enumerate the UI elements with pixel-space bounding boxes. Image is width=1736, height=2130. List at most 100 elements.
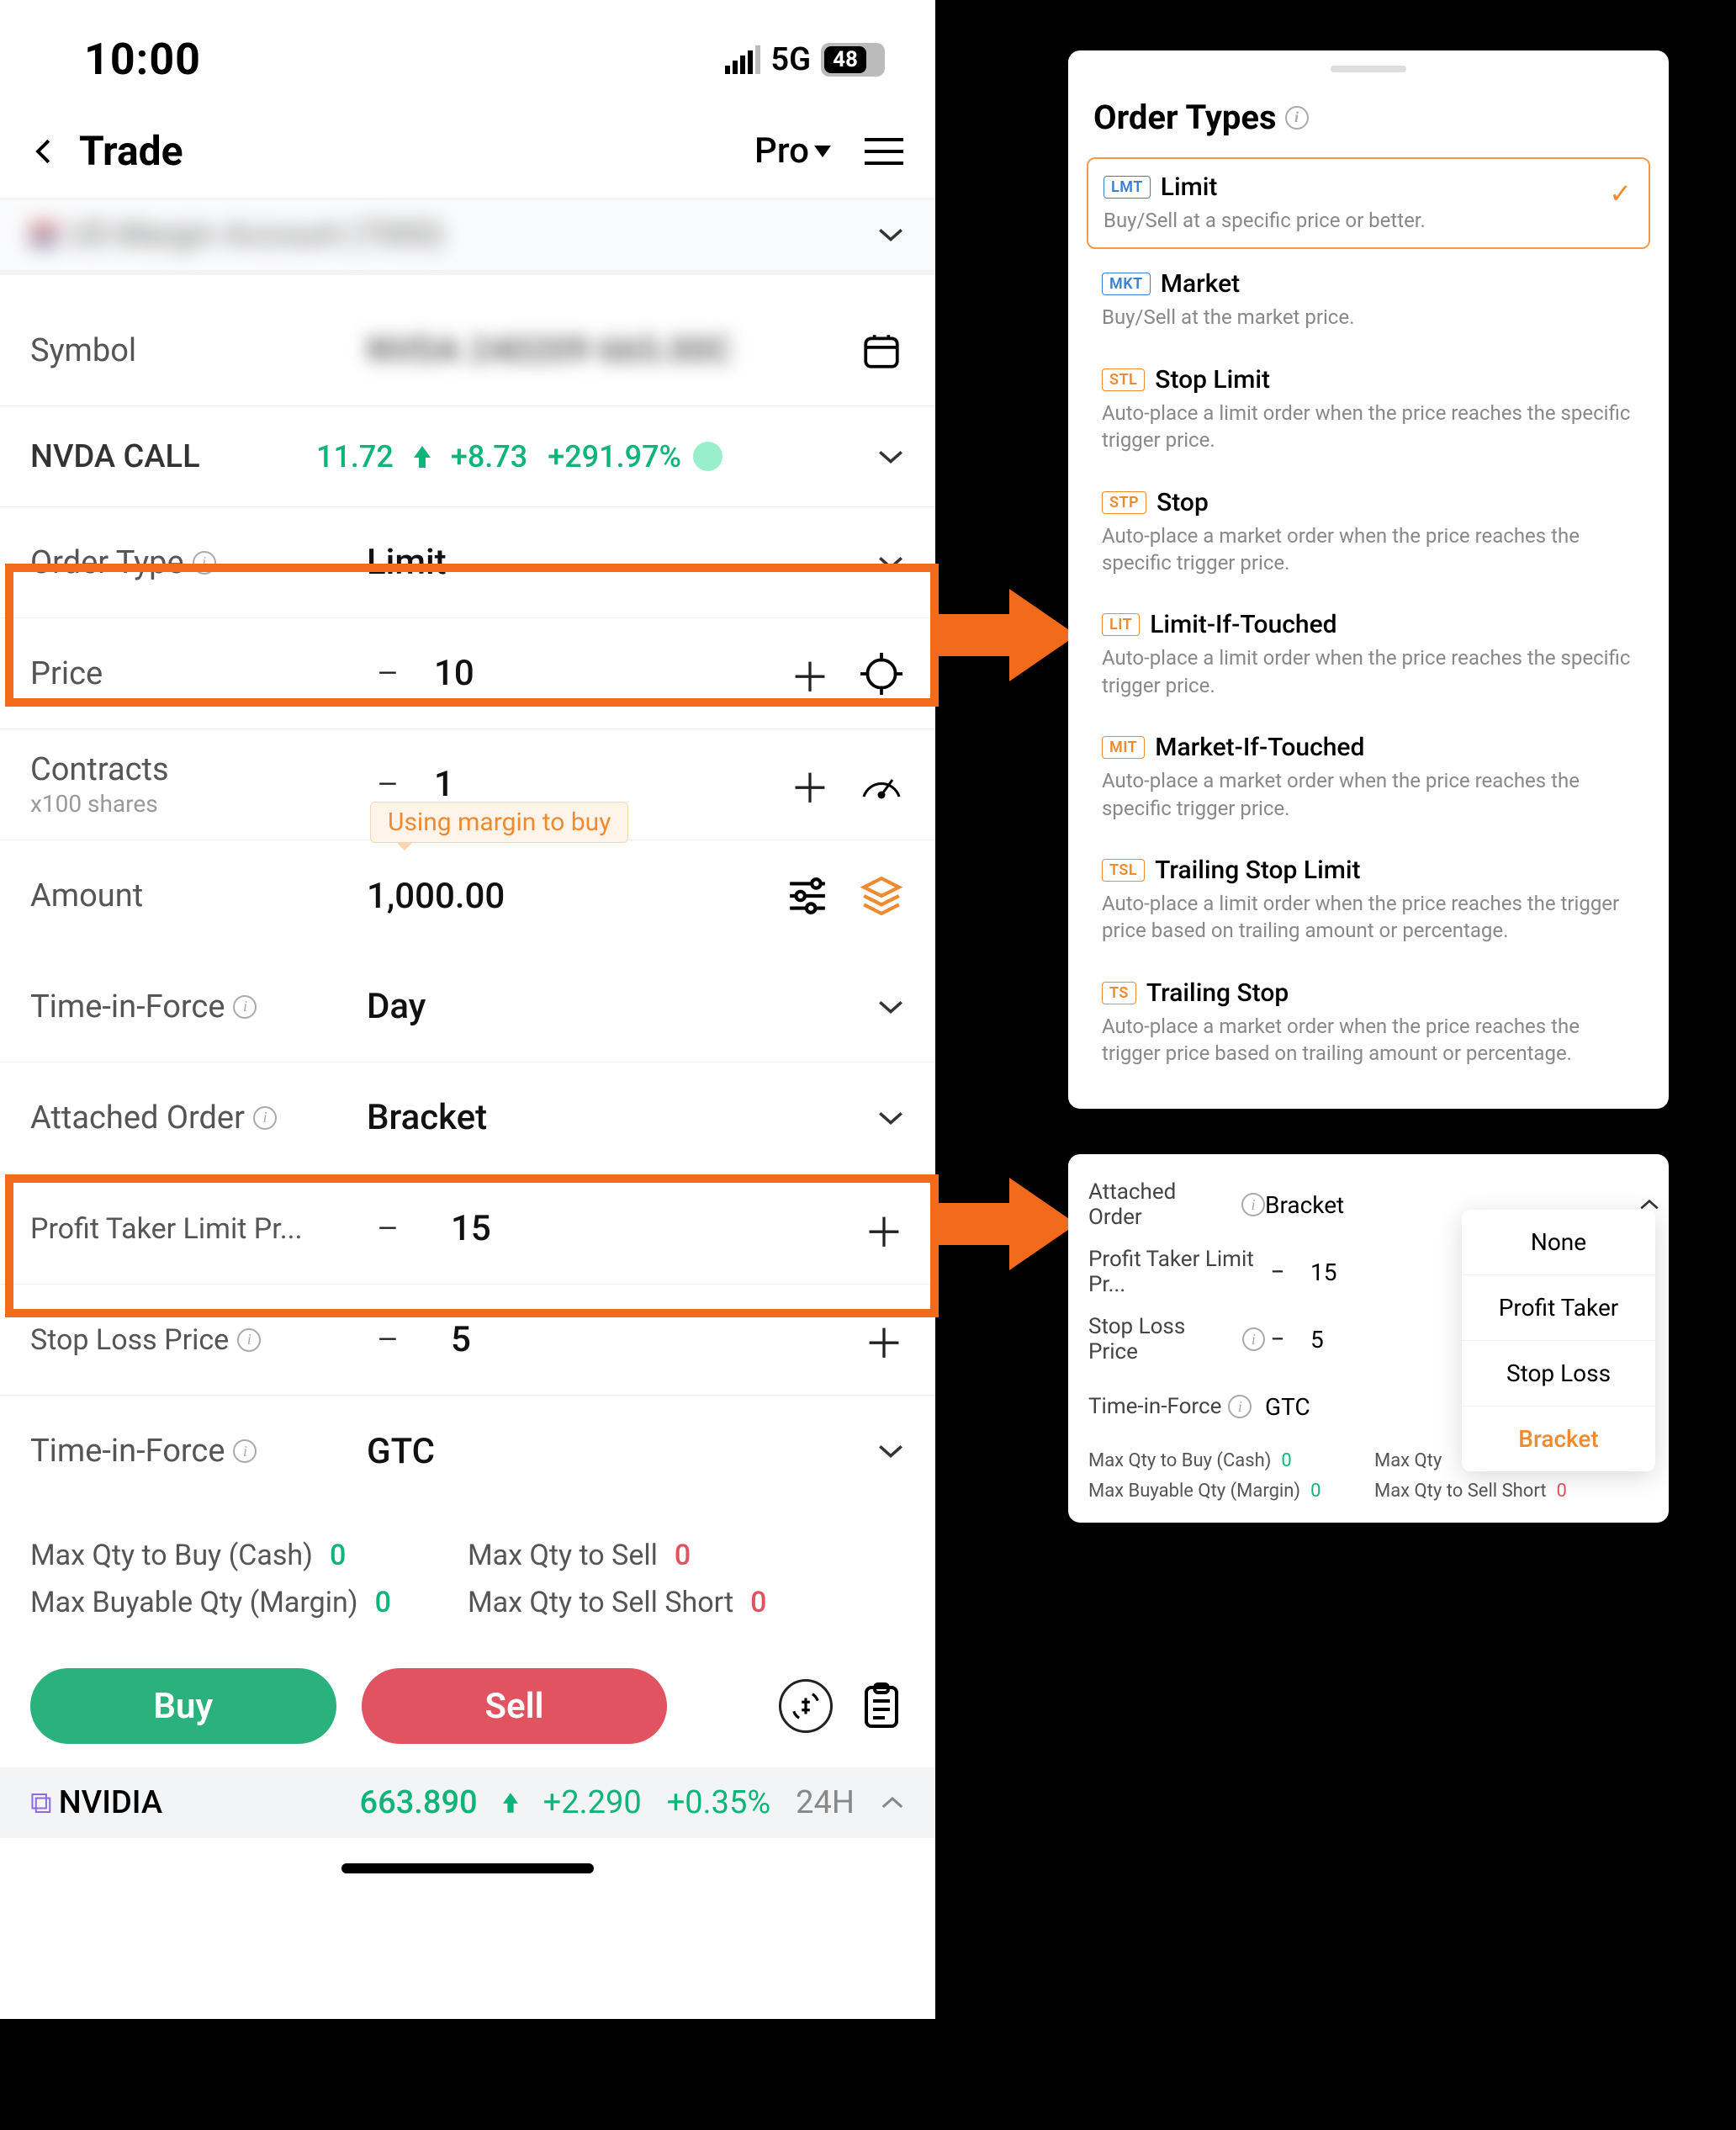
watchlist-icon[interactable]	[858, 327, 905, 374]
gauge-icon[interactable]	[858, 761, 905, 808]
quote-pct: +291.97%	[548, 439, 681, 474]
quote-change: +8.73	[451, 439, 527, 474]
info-icon[interactable]: i	[193, 551, 216, 575]
orders-list-icon[interactable]	[858, 1682, 905, 1730]
arrow-icon	[934, 589, 1077, 681]
order-type-option[interactable]: LMTLimitBuy/Sell at a specific price or …	[1087, 157, 1650, 249]
dropdown-option[interactable]: Stop Loss	[1462, 1341, 1655, 1407]
battery-icon: 48	[821, 43, 885, 77]
tif2-row[interactable]: Time-in-Forcei GTC	[0, 1396, 935, 1507]
symbol-value: NVDA 240209 665.00C	[367, 330, 858, 371]
layers-icon[interactable]	[858, 872, 905, 919]
status-bar: 10:00 5G 48	[0, 0, 935, 119]
info-icon[interactable]: i	[1242, 1327, 1265, 1351]
info-icon[interactable]: i	[1285, 106, 1309, 130]
price-minus-button[interactable]: −	[367, 649, 409, 697]
order-type-option[interactable]: MITMarket-If-TouchedAuto-place a market …	[1087, 719, 1650, 835]
symbol-row[interactable]: Symbol NVDA 240209 665.00C	[0, 295, 935, 406]
stop-loss-row: Stop Loss Pricei − 5 ＋	[0, 1285, 935, 1396]
minus-button[interactable]: −	[1265, 1325, 1290, 1354]
info-icon[interactable]: i	[253, 1106, 277, 1130]
order-type-row[interactable]: Order Typei Limit	[0, 507, 935, 618]
dropdown-option[interactable]: Bracket	[1462, 1407, 1655, 1471]
order-type-option[interactable]: MKTMarketBuy/Sell at the market price.	[1087, 256, 1650, 344]
order-type-option[interactable]: STPStopAuto-place a market order when th…	[1087, 474, 1650, 591]
profit-plus-button[interactable]: ＋	[863, 1200, 905, 1258]
profit-taker-input[interactable]: 15	[451, 1208, 863, 1249]
dropdown-option[interactable]: Profit Taker	[1462, 1275, 1655, 1341]
order-types-panel: Order Typesi LMTLimitBuy/Sell at a speci…	[1068, 50, 1669, 1109]
contracts-sublabel: x100 shares	[30, 790, 367, 818]
info-icon[interactable]: i	[237, 1328, 261, 1352]
info-icon[interactable]: i	[1241, 1193, 1265, 1216]
target-price-icon[interactable]	[858, 650, 905, 697]
arrow-icon	[934, 1178, 1077, 1270]
tif2-value: GTC	[367, 1431, 876, 1472]
nav-row: Trade Pro	[0, 119, 935, 199]
dropdown-option[interactable]: None	[1462, 1210, 1655, 1275]
trade-screen: 10:00 5G 48 Trade Pro US Margin Account …	[0, 0, 935, 2019]
stop-loss-label: Stop Loss Pricei	[30, 1323, 367, 1357]
buy-button[interactable]: Buy	[30, 1668, 336, 1744]
contracts-plus-button[interactable]: ＋	[789, 755, 831, 814]
order-type-value: Limit	[367, 542, 876, 583]
quote-price: 11.72	[316, 439, 394, 474]
info-icon[interactable]: i	[233, 995, 257, 1019]
qty-summary: Max Qty to Buy (Cash)0 Max Buyable Qty (…	[0, 1507, 935, 1651]
mode-toggle[interactable]: Pro	[754, 130, 831, 172]
profit-taker-row: Profit Taker Limit Pr... − 15 ＋	[0, 1174, 935, 1285]
ao-stop-input[interactable]: 5	[1310, 1326, 1324, 1354]
profit-taker-label: Profit Taker Limit Pr...	[30, 1212, 367, 1246]
attached-label: Attached Orderi	[30, 1099, 367, 1137]
action-row: Buy Sell	[0, 1651, 935, 1767]
price-input[interactable]: 10	[434, 653, 789, 694]
page-title: Trade	[79, 127, 183, 175]
contracts-input[interactable]: 1	[434, 764, 789, 805]
ticker-row[interactable]: ⧉NVIDIA 663.890 +2.290 +0.35% 24H	[0, 1767, 935, 1838]
clock: 10:00	[84, 34, 201, 85]
account-selector[interactable]: US Margin Account (7000)	[0, 199, 935, 275]
stop-minus-button[interactable]: −	[367, 1316, 409, 1364]
attached-value: Bracket	[367, 1097, 876, 1138]
amount-row: Using margin to buy Amount 1,000.00	[0, 840, 935, 951]
amount-label: Amount	[30, 877, 367, 914]
clock-icon	[693, 442, 722, 471]
order-type-label: Order Typei	[30, 544, 367, 581]
sell-button[interactable]: Sell	[362, 1668, 668, 1744]
attached-order-row[interactable]: Attached Orderi Bracket	[0, 1062, 935, 1174]
profit-minus-button[interactable]: −	[367, 1205, 409, 1253]
signal-icon	[725, 45, 760, 74]
price-row: Price − 10 ＋	[0, 618, 935, 729]
swap-currency-icon[interactable]	[779, 1679, 833, 1733]
symbol-label: Symbol	[30, 332, 367, 369]
attached-order-panel: Attached Orderi Bracket Profit Taker Lim…	[1068, 1154, 1669, 1523]
minus-button[interactable]: −	[1265, 1258, 1290, 1287]
order-type-option[interactable]: TSTrailing StopAuto-place a market order…	[1087, 965, 1650, 1081]
amount-value: 1,000.00	[367, 876, 784, 917]
margin-badge: Using margin to buy	[370, 802, 628, 843]
home-indicator	[341, 1863, 594, 1873]
link-icon: ⧉	[30, 1785, 52, 1821]
tif2-label: Time-in-Forcei	[30, 1433, 367, 1470]
settings-sliders-icon[interactable]	[784, 872, 831, 919]
stop-loss-input[interactable]: 5	[451, 1319, 863, 1360]
tif-row[interactable]: Time-in-Forcei Day	[0, 951, 935, 1062]
stop-plus-button[interactable]: ＋	[863, 1311, 905, 1370]
price-plus-button[interactable]: ＋	[789, 644, 831, 703]
price-label: Price	[30, 655, 367, 692]
contracts-label: Contracts	[30, 751, 367, 788]
signal-label: 5G	[770, 41, 811, 78]
quote-row[interactable]: NVDA CALL 11.72 +8.73 +291.97%	[0, 406, 935, 507]
menu-button[interactable]	[865, 136, 907, 167]
order-type-option[interactable]: TSLTrailing Stop LimitAuto-place a limit…	[1087, 842, 1650, 958]
drag-handle[interactable]	[1331, 66, 1406, 72]
check-icon: ✓	[1609, 178, 1632, 209]
tif-value: Day	[367, 986, 876, 1027]
info-icon[interactable]: i	[233, 1439, 257, 1463]
info-icon[interactable]: i	[1228, 1395, 1252, 1418]
order-types-title: Order Typesi	[1068, 81, 1669, 157]
ao-profit-input[interactable]: 15	[1310, 1258, 1336, 1286]
order-type-option[interactable]: LITLimit-If-TouchedAuto-place a limit or…	[1087, 596, 1650, 713]
back-button[interactable]	[29, 135, 79, 167]
order-type-option[interactable]: STLStop LimitAuto-place a limit order wh…	[1087, 352, 1650, 468]
